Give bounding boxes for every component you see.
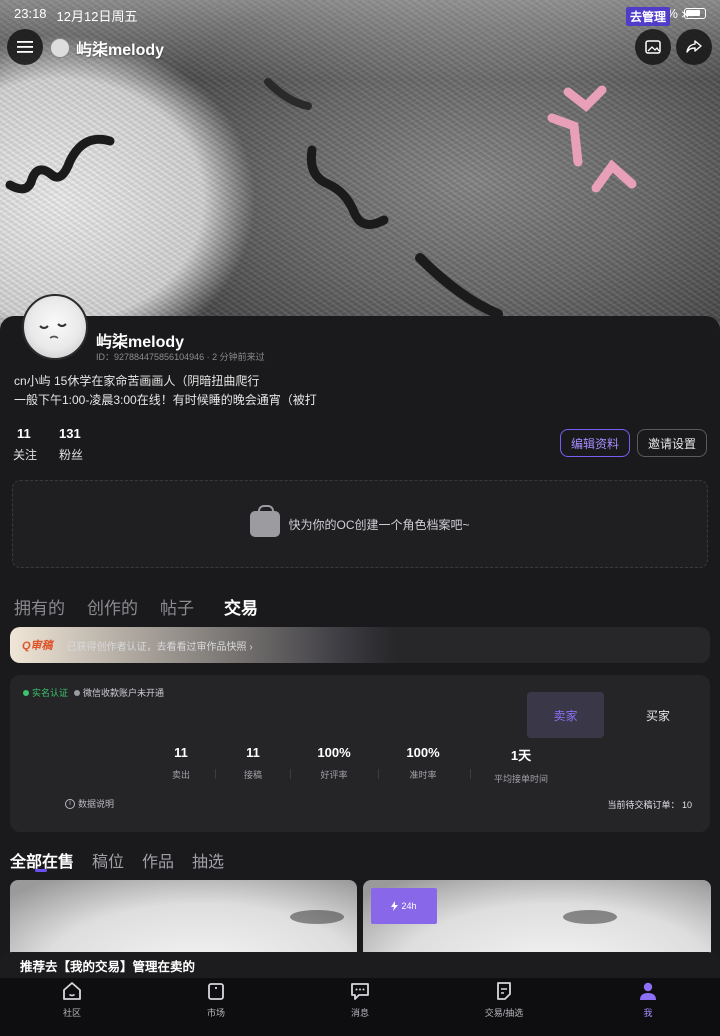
stat-avg-time: 1天 平均接单时间 (476, 745, 566, 785)
lightning-icon (391, 901, 399, 911)
sale-subtabs: 全部在售 稿位 作品 抽选 (10, 848, 242, 872)
subtab-lottery[interactable]: 抽选 (192, 848, 224, 872)
header-username: 屿柒melody (76, 42, 165, 59)
message-icon (349, 980, 371, 1002)
nav-trade[interactable]: 交易/抽选 (432, 978, 576, 1036)
data-info-text: 数据说明 (78, 799, 115, 809)
nav-me[interactable]: 我 (576, 978, 720, 1036)
nav-messages[interactable]: 消息 (288, 978, 432, 1036)
person-icon (637, 980, 659, 1002)
bio-line-2: 一般下午1:00-凌晨3:00在线！有时候睡的晚会通宵（被打 (14, 393, 317, 407)
followers-label: 粉丝 (59, 448, 84, 462)
profile-id: ID：927884475856104946 · 2 分钟前来过 (96, 352, 265, 362)
seller-tab[interactable]: 卖家 (527, 692, 604, 738)
menu-button[interactable] (7, 29, 43, 65)
bottom-nav: 社区 市场 消息 交易/抽选 我 (0, 978, 720, 1036)
invite-settings-button[interactable]: 邀请设置 (637, 429, 707, 457)
wechat-text: 微信收款账户未开通 (83, 688, 165, 698)
nav-messages-label: 消息 (350, 1008, 369, 1018)
followers-stat[interactable]: 131 (59, 426, 81, 441)
subtab-works[interactable]: 作品 (142, 848, 174, 872)
nav-community-label: 社区 (62, 1008, 81, 1018)
avatar[interactable] (22, 294, 88, 360)
data-info-link[interactable]: i 数据说明 (65, 797, 114, 810)
status-date: 12月12日周五 (56, 9, 138, 24)
product-tag-text: 24h (401, 901, 417, 911)
nav-market-label: 市场 (206, 1008, 225, 1018)
stat-ontime-rate: 100% 准时率 (378, 745, 468, 781)
cert-text: 已获得创作者认证，去看看过审作品快照 › (66, 641, 253, 653)
wechat-icon (74, 689, 81, 696)
tab-trade[interactable]: 交易 (222, 592, 258, 619)
followers-count: 131 (59, 426, 81, 441)
hamburger-icon (17, 41, 33, 53)
stat-positive-value: 100% (317, 745, 351, 760)
share-button[interactable] (676, 29, 712, 65)
info-icon: i (65, 798, 75, 809)
realname-badge: 实名认证 (23, 686, 68, 699)
avatar-face (39, 323, 67, 339)
pending-orders: 当前待交稿订单： 10 (607, 800, 692, 810)
share-icon (686, 40, 702, 53)
realname-text: 实名认证 (32, 688, 69, 698)
profile-tabs: 拥有的 创作的 帖子 交易 (14, 592, 280, 619)
trade-icon (493, 980, 515, 1002)
bag-icon (250, 505, 281, 537)
create-oc-card[interactable]: 快为你的OC创建一个角色档案吧~ (12, 480, 708, 568)
edit-profile-button[interactable]: 编辑资料 (560, 429, 630, 457)
stat-ontime-value: 100% (406, 745, 440, 760)
stat-accepted-value: 11 (246, 745, 260, 760)
product-image (563, 910, 617, 924)
tab-owned[interactable]: 拥有的 (14, 594, 65, 619)
status-bar: 23:18 12月12日周五 (14, 6, 137, 25)
header-user: 屿柒melody (50, 36, 164, 60)
nav-trade-label: 交易/抽选 (484, 1008, 524, 1018)
divider (470, 769, 471, 779)
stat-avg-time-label: 平均接单时间 (493, 774, 548, 784)
home-icon (61, 980, 83, 1002)
bio-line-1: cn小屿 15休学在家命苦画画人（阴暗扭曲爬行 (14, 374, 260, 388)
product-24h-tag: 24h (371, 888, 437, 924)
image-icon (645, 40, 661, 54)
create-oc-text: 快为你的OC创建一个角色档案吧~ (288, 517, 470, 532)
creator-cert-banner[interactable]: Q审稿 已获得创作者认证，去看看过审作品快照 › (10, 627, 710, 663)
status-time: 23:18 (14, 6, 47, 21)
subtab-all[interactable]: 全部在售 (10, 848, 74, 872)
header-avatar (50, 38, 70, 58)
product-image (290, 910, 344, 924)
following-stat[interactable]: 11 (17, 426, 31, 441)
tab-posts[interactable]: 帖子 (160, 594, 194, 619)
close-icon[interactable]: × (681, 6, 689, 22)
nav-market[interactable]: 市场 (144, 978, 288, 1036)
stat-positive-label: 好评率 (320, 770, 348, 780)
wechat-badge[interactable]: 微信收款账户未开通 (74, 686, 164, 699)
go-manage-button[interactable]: 去管理 (626, 7, 671, 26)
cert-logo: Q审稿 (22, 640, 53, 652)
stat-ontime-label: 准时率 (409, 770, 437, 780)
stat-avg-time-value: 1天 (510, 748, 532, 763)
following-label: 关注 (13, 448, 38, 462)
buyer-tab[interactable]: 买家 (630, 692, 686, 738)
change-cover-button[interactable] (635, 29, 671, 65)
stat-accepted-label: 接稿 (243, 770, 262, 780)
nav-me-label: 我 (643, 1008, 653, 1018)
promo-text: 推荐去【我的交易】管理在卖的 (20, 959, 196, 974)
stat-positive-rate: 100% 好评率 (289, 745, 379, 781)
following-count: 11 (17, 426, 31, 441)
manage-promo-bar: 推荐去【我的交易】管理在卖的 (0, 952, 720, 978)
trade-panel: 实名认证 微信收款账户未开通 卖家 买家 11 卖出 11 接稿 100% 好评… (10, 675, 710, 832)
shop-bag-icon (205, 980, 227, 1002)
subtab-slots[interactable]: 稿位 (92, 848, 124, 872)
tab-created[interactable]: 创作的 (87, 594, 138, 619)
profile-username: 屿柒melody (96, 334, 185, 351)
check-icon (23, 689, 29, 696)
stat-accepted: 11 接稿 (208, 745, 298, 781)
nav-community[interactable]: 社区 (0, 978, 144, 1036)
